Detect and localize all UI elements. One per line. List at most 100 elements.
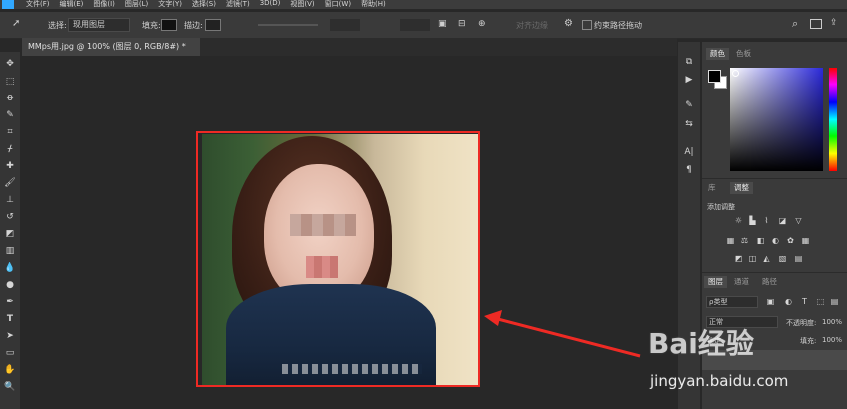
filter-adjustment-icon[interactable]: ◐ bbox=[784, 297, 793, 306]
share-icon[interactable]: ⇪ bbox=[830, 18, 838, 28]
tab-layers[interactable]: 图层 bbox=[704, 276, 727, 288]
foreground-color[interactable] bbox=[708, 70, 721, 83]
menu-item[interactable]: 图层(L) bbox=[125, 0, 148, 9]
tab-channels[interactable]: 通道 bbox=[730, 276, 753, 288]
color-balance-icon[interactable]: ⚖ bbox=[740, 236, 749, 245]
hand-tool-icon[interactable]: ✋ bbox=[4, 364, 16, 376]
exposure-icon[interactable]: ◪ bbox=[778, 216, 787, 225]
menu-item[interactable]: 窗口(W) bbox=[325, 0, 351, 9]
healing-brush-tool-icon[interactable]: ✚ bbox=[4, 160, 16, 172]
blur-tool-icon[interactable]: 💧 bbox=[4, 262, 16, 274]
menu-item[interactable]: 文字(Y) bbox=[158, 0, 182, 9]
color-picker-field[interactable] bbox=[730, 68, 823, 171]
pen-tool-icon[interactable]: ✒ bbox=[4, 296, 16, 308]
posterize-icon[interactable]: ◫ bbox=[748, 254, 757, 263]
path-arrangement-icon[interactable]: ⊕ bbox=[478, 19, 486, 29]
marquee-tool-icon[interactable]: ⬚ bbox=[4, 76, 16, 88]
document-tab[interactable]: MMps用.jpg @ 100% (图层 0, RGB/8#) * bbox=[22, 38, 200, 56]
search-icon[interactable]: ⌕ bbox=[792, 17, 798, 31]
fill-value[interactable]: 100% bbox=[822, 336, 842, 344]
constrain-label: 约束路径拖动 bbox=[594, 21, 642, 30]
stroke-swatch[interactable] bbox=[205, 19, 221, 31]
menu-item[interactable]: 滤镜(T) bbox=[226, 0, 250, 9]
menu-item[interactable]: 编辑(E) bbox=[60, 0, 84, 9]
selective-color-icon[interactable]: ▧ bbox=[778, 254, 787, 263]
brightness-icon[interactable]: ☼ bbox=[734, 216, 743, 225]
adjustments-sliders-icon[interactable]: ⇆ bbox=[683, 118, 695, 130]
select-label: 选择: bbox=[48, 21, 67, 30]
hue-slider[interactable] bbox=[829, 68, 837, 171]
eraser-tool-icon[interactable]: ◩ bbox=[4, 228, 16, 240]
fill-label-layers: 填充: bbox=[800, 337, 817, 345]
shape-tool-icon[interactable]: ▭ bbox=[4, 347, 16, 359]
path-selection-tool-icon[interactable]: ➤ bbox=[4, 330, 16, 342]
filter-type-icon[interactable]: T bbox=[800, 297, 809, 306]
width-field[interactable] bbox=[330, 19, 360, 31]
color-lookup-icon[interactable]: ▦ bbox=[801, 236, 810, 245]
hue-saturation-icon[interactable]: ▦ bbox=[726, 236, 735, 245]
photoshop-logo-icon bbox=[2, 0, 14, 9]
move-tool-icon[interactable]: ✥ bbox=[4, 58, 16, 70]
color-picker-cursor[interactable] bbox=[732, 70, 739, 77]
menu-item[interactable]: 文件(F) bbox=[26, 0, 50, 9]
curves-icon[interactable]: ⌇ bbox=[762, 216, 771, 225]
baidu-watermark-url: jingyan.baidu.com bbox=[650, 372, 789, 390]
lasso-tool-icon[interactable]: ꝋ bbox=[4, 92, 16, 104]
tab-swatches[interactable]: 色板 bbox=[732, 48, 755, 60]
tab-color[interactable]: 颜色 bbox=[706, 48, 729, 60]
menu-items: 文件(F) 编辑(E) 图像(I) 图层(L) 文字(Y) 选择(S) 滤镜(T) 3D(D)… bbox=[26, 0, 386, 9]
clone-stamp-tool-icon[interactable]: ⊥ bbox=[4, 194, 16, 206]
tools-panel: ✥ ⬚ ꝋ ✎ ⌗ ᚋ ✚ 🖌 ⊥ ↺ ◩ ▥ 💧 ● ✒ T ➤ ▭ ✋ 🔍 bbox=[0, 52, 20, 409]
play-actions-icon[interactable]: ▶ bbox=[683, 74, 695, 86]
gradient-tool-icon[interactable]: ▥ bbox=[4, 245, 16, 257]
brush-settings-icon[interactable]: ✎ bbox=[683, 99, 695, 111]
eyedropper-tool-icon[interactable]: ᚋ bbox=[4, 143, 16, 155]
vibrance-icon[interactable]: ▽ bbox=[794, 216, 803, 225]
history-panel-icon[interactable]: ⧉ bbox=[683, 56, 695, 68]
menu-item[interactable]: 3D(D) bbox=[260, 0, 281, 9]
channel-mixer-icon[interactable]: ✿ bbox=[786, 236, 795, 245]
gradient-map-icon[interactable]: ▤ bbox=[794, 254, 803, 263]
dodge-tool-icon[interactable]: ● bbox=[4, 279, 16, 291]
filter-pixel-icon[interactable]: ▣ bbox=[766, 297, 775, 306]
character-panel-icon[interactable]: A| bbox=[683, 146, 695, 158]
opacity-label: 不透明度: bbox=[786, 319, 817, 327]
panel-divider bbox=[702, 178, 847, 179]
crop-tool-icon[interactable]: ⌗ bbox=[4, 126, 16, 138]
move-tool-arrow-icon[interactable]: ➚ bbox=[12, 18, 20, 29]
menu-item[interactable]: 帮助(H) bbox=[361, 0, 386, 9]
annotation-highlight-box bbox=[196, 131, 480, 387]
paragraph-panel-icon[interactable]: ¶ bbox=[683, 164, 695, 176]
menu-bar: 文件(F) 编辑(E) 图像(I) 图层(L) 文字(Y) 选择(S) 滤镜(T) 3D(D)… bbox=[0, 0, 847, 9]
workspace-icon[interactable] bbox=[810, 19, 822, 29]
fill-swatch[interactable] bbox=[161, 19, 177, 31]
black-white-icon[interactable]: ◧ bbox=[756, 236, 765, 245]
constrain-checkbox[interactable] bbox=[582, 20, 592, 30]
tab-paths[interactable]: 路径 bbox=[758, 276, 781, 288]
tab-libraries[interactable]: 库 bbox=[704, 182, 720, 194]
type-tool-icon[interactable]: T bbox=[4, 313, 16, 325]
photo-filter-icon[interactable]: ◐ bbox=[771, 236, 780, 245]
zoom-tool-icon[interactable]: 🔍 bbox=[4, 381, 16, 393]
menu-item[interactable]: 选择(S) bbox=[192, 0, 216, 9]
filter-shape-icon[interactable]: ⬚ bbox=[816, 297, 825, 306]
menu-item[interactable]: 视图(V) bbox=[290, 0, 314, 9]
layer-kind-filter[interactable]: ρ类型 bbox=[706, 296, 758, 308]
brush-tool-icon[interactable]: 🖌 bbox=[4, 177, 16, 189]
levels-icon[interactable]: ▙ bbox=[748, 216, 757, 225]
opacity-value[interactable]: 100% bbox=[822, 318, 842, 326]
select-dropdown[interactable]: 现用图层 bbox=[68, 18, 130, 32]
quick-select-tool-icon[interactable]: ✎ bbox=[4, 109, 16, 121]
tab-adjustments[interactable]: 调整 bbox=[730, 182, 753, 194]
filter-smart-icon[interactable]: ▤ bbox=[830, 297, 839, 306]
height-field[interactable] bbox=[400, 19, 430, 31]
menu-item[interactable]: 图像(I) bbox=[93, 0, 115, 9]
path-alignment-icon[interactable]: ⊟ bbox=[458, 19, 466, 29]
history-brush-tool-icon[interactable]: ↺ bbox=[4, 211, 16, 223]
threshold-icon[interactable]: ◭ bbox=[762, 254, 771, 263]
path-operations-icon[interactable]: ▣ bbox=[438, 19, 447, 29]
invert-icon[interactable]: ◩ bbox=[734, 254, 743, 263]
stroke-width-slider[interactable] bbox=[258, 24, 318, 26]
options-bar: ➚ 选择: 现用图层 填充: 描边: ▣ ⊟ ⊕ 对齐边缘 ⚙ 约束路径拖动 ⌕… bbox=[0, 12, 847, 39]
gear-icon[interactable]: ⚙ bbox=[564, 18, 573, 29]
